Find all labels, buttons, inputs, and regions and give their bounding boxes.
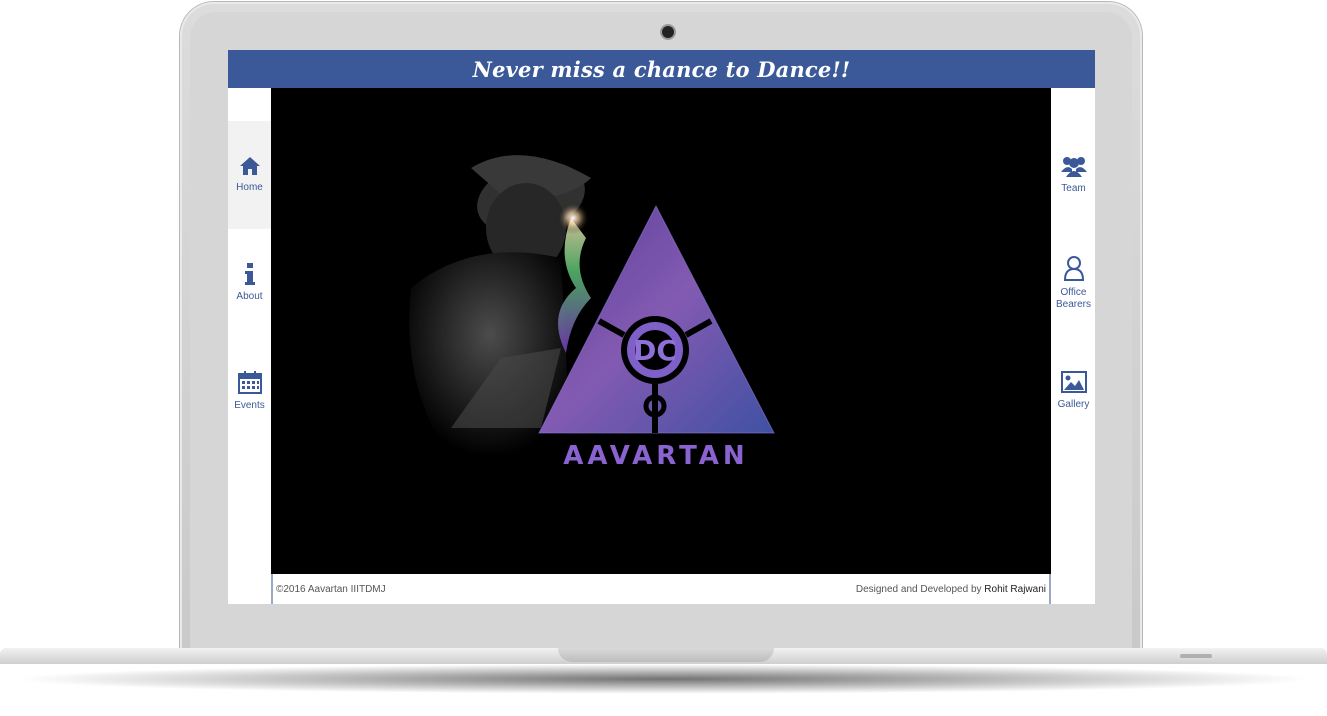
nav-home-label: Home [236, 182, 263, 193]
nav-about[interactable]: About [228, 229, 271, 337]
info-icon [244, 263, 255, 285]
nav-office-bearers-label: Office Bearers [1055, 287, 1091, 310]
webcam-icon [662, 26, 674, 38]
aavartan-hero-artwork: DC AAVARTAN [409, 155, 775, 471]
nav-about-label: About [236, 291, 263, 302]
nav-office-bearers[interactable]: Office Bearers [1052, 229, 1095, 337]
hero-image: DC AAVARTAN [271, 88, 1051, 574]
credit-author[interactable]: Rohit Rajwani [984, 584, 1046, 595]
calendar-icon [237, 371, 262, 394]
home-icon [239, 157, 260, 175]
nav-events-label: Events [234, 400, 265, 411]
logo-wordmark: AAVARTAN [563, 441, 748, 471]
nav-home[interactable]: Home [228, 121, 271, 229]
laptop-notch [558, 648, 774, 662]
credit-text: Designed and Developed by Rohit Rajwani [856, 584, 1046, 595]
website-screen: Never miss a chance to Dance!! Home Abou… [228, 50, 1095, 604]
nav-gallery-label: Gallery [1057, 399, 1090, 410]
tagline-banner: Never miss a chance to Dance!! [228, 50, 1095, 88]
page-footer: ©2016 Aavartan IIITDMJ Designed and Deve… [271, 574, 1051, 604]
credit-prefix: Designed and Developed by [855, 583, 982, 595]
user-icon [1063, 256, 1084, 281]
nav-events[interactable]: Events [228, 337, 271, 445]
laptop-shadow [10, 664, 1317, 694]
copyright-text: ©2016 Aavartan IIITDMJ [276, 583, 386, 595]
left-sidebar: Home About Events [228, 88, 271, 604]
nav-team-label: Team [1061, 183, 1086, 194]
right-sidebar: Team Office Bearers Gallery [1052, 88, 1095, 604]
laptop-indicator [1180, 654, 1212, 658]
picture-icon [1060, 371, 1087, 393]
team-icon [1060, 157, 1087, 177]
nav-gallery[interactable]: Gallery [1052, 337, 1095, 445]
nav-team[interactable]: Team [1052, 121, 1095, 229]
light-glow [557, 202, 589, 234]
svg-text:DC: DC [633, 334, 677, 367]
